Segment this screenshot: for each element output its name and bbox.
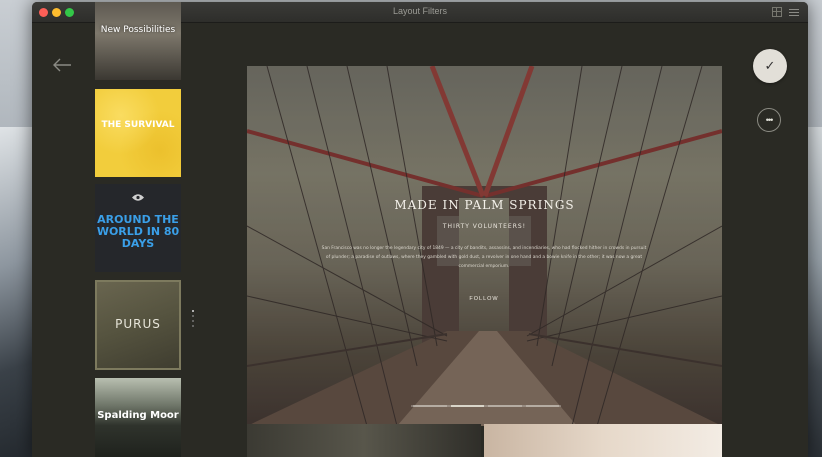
thumbnail-title: Spalding Moor <box>97 410 179 421</box>
list-view-icon[interactable] <box>789 7 799 17</box>
layout-preview: MADE IN PALM SPRINGS THIRTY VOLUNTEERS! … <box>247 66 722 426</box>
thumbnail-title: THE SURVIVAL <box>101 120 175 130</box>
progress-segment <box>450 405 484 407</box>
progress-segment <box>488 405 522 407</box>
preview-progress <box>411 405 561 407</box>
confirm-button[interactable]: ✓ <box>753 49 787 83</box>
progress-segment <box>525 405 559 407</box>
thumbnail-title: PURUS <box>115 317 161 331</box>
preview-subtitle: THIRTY VOLUNTEERS! <box>442 223 527 230</box>
eye-emblem-icon <box>132 194 144 201</box>
checkmark-icon: ✓ <box>764 58 776 73</box>
more-dots-icon: ••• <box>765 115 773 125</box>
preview-title: MADE IN PALM SPRINGS <box>394 198 575 212</box>
progress-segment <box>413 405 447 407</box>
thumbnail-title: AROUND THE WORLD IN 80 DAYS <box>96 213 180 251</box>
thumbnail-scroll-indicator <box>192 310 195 330</box>
next-layout-preview <box>484 424 722 457</box>
layout-thumbnail[interactable]: THE SURVIVAL <box>95 89 181 177</box>
next-layout-preview <box>247 424 481 457</box>
thumbnail-title: New Possibilities <box>100 25 176 35</box>
preview-body-text: San Francisco was no longer the legendar… <box>321 246 647 269</box>
follow-button[interactable]: FOLLOW <box>459 293 509 305</box>
more-options-button[interactable]: ••• <box>757 108 781 132</box>
layout-thumbnail[interactable]: AROUND THE WORLD IN 80 DAYS <box>95 184 181 272</box>
layout-thumbnail[interactable]: Spalding Moor <box>95 378 181 457</box>
layout-thumbnail-selected[interactable]: PURUS <box>95 280 181 370</box>
leaf-pattern <box>95 89 181 177</box>
layout-thumbnail[interactable]: New Possibilities <box>95 2 181 80</box>
back-arrow-icon[interactable] <box>52 58 72 72</box>
grid-view-icon[interactable] <box>772 7 782 17</box>
app-window: Layout Filters New Possibilities THE SUR… <box>32 2 808 457</box>
